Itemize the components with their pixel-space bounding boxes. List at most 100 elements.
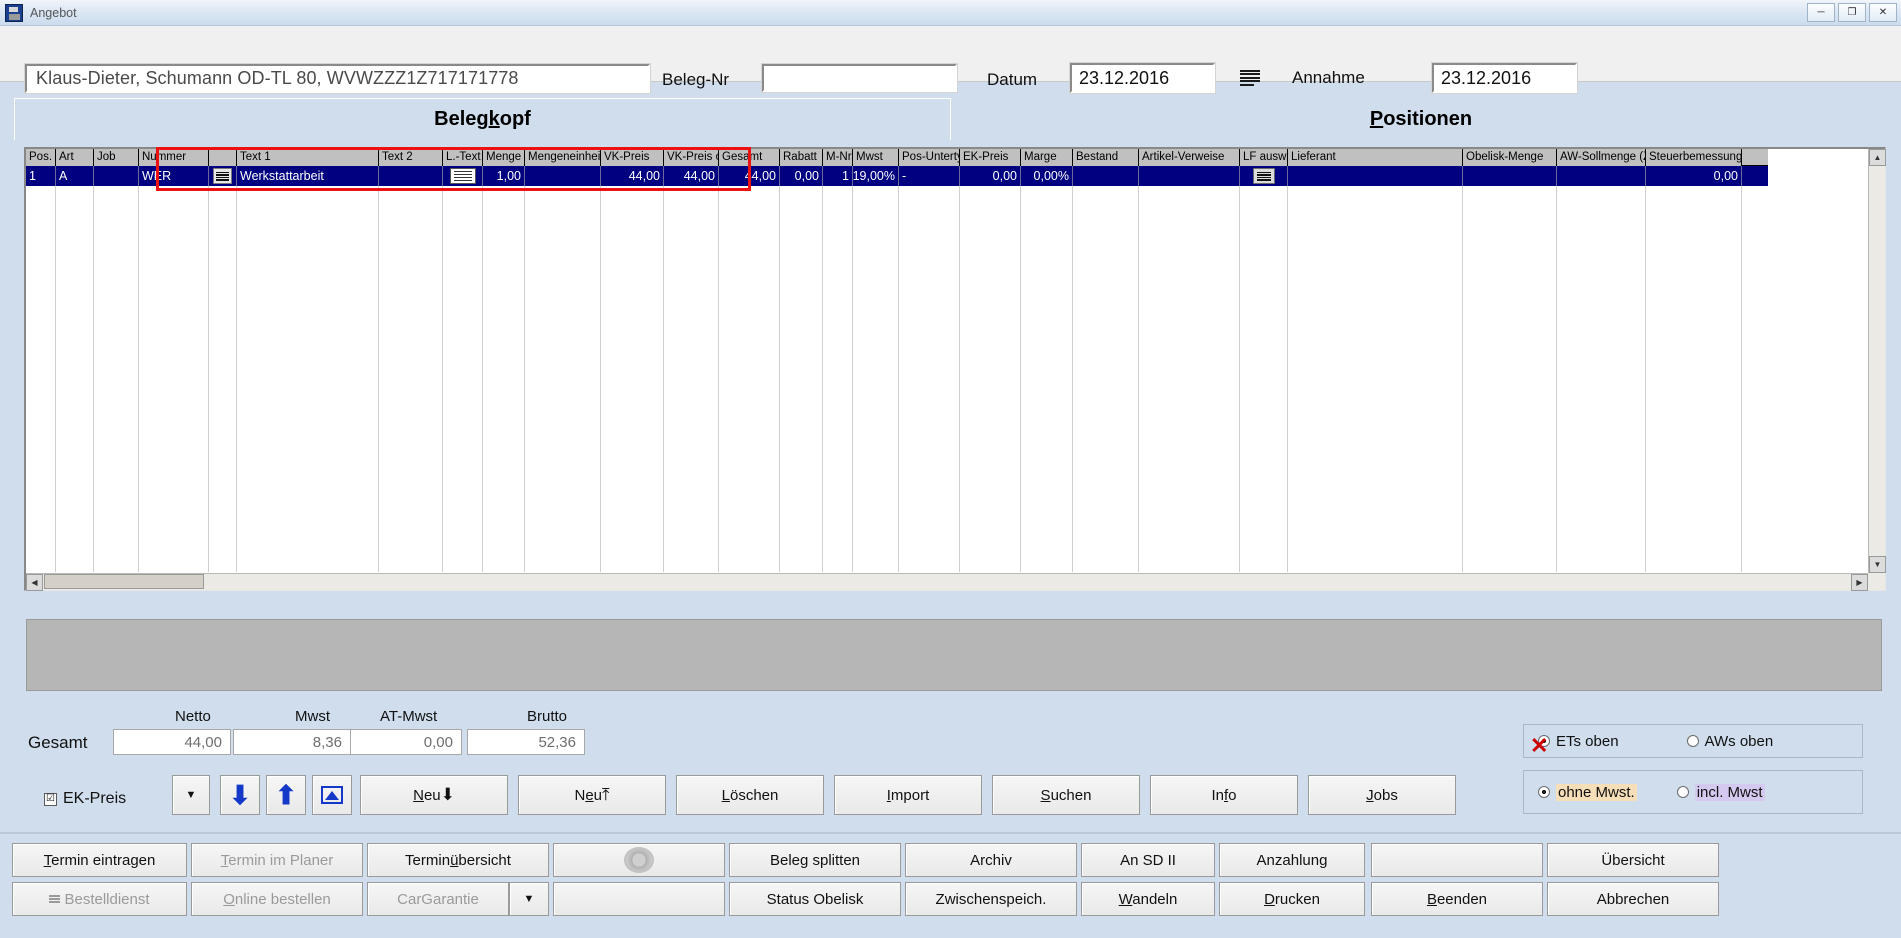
scroll-right-arrow[interactable]: ▶ <box>1851 574 1868 591</box>
cell-nummer[interactable]: WER <box>139 166 209 186</box>
chart-button[interactable] <box>312 775 352 815</box>
bottom-button-blank-8[interactable] <box>1371 843 1543 877</box>
bottom-button-an-sd-ii[interactable]: An SD II <box>1081 843 1215 877</box>
beleg-nr-input[interactable] <box>761 63 958 93</box>
cell-m-nr[interactable]: 1 <box>823 166 853 186</box>
jobs-button[interactable]: Jobs <box>1308 775 1456 815</box>
column-header-lf-ausw[interactable]: LF ausw. <box>1240 149 1288 166</box>
column-header-m-nr[interactable]: M-Nr <box>823 149 853 166</box>
column-header-steuerbemessung[interactable]: Steuerbemessung <box>1646 149 1742 166</box>
ek-preis-checkbox[interactable]: ☑ <box>44 792 57 806</box>
bottom-button-anzahlung[interactable]: Anzahlung <box>1219 843 1365 877</box>
cell-steuerbemessung[interactable]: 0,00 <box>1646 166 1742 186</box>
column-header-job[interactable]: Job <box>94 149 139 166</box>
scroll-left-arrow[interactable]: ◀ <box>26 574 43 591</box>
radio-incl-mwst[interactable]: incl. Mwst <box>1676 783 1765 801</box>
radio-aws-oben[interactable]: AWs oben <box>1686 733 1773 750</box>
bottom-button-blank-3[interactable] <box>553 882 725 916</box>
grid-vertical-scrollbar[interactable]: ▲ ▼ <box>1868 149 1886 573</box>
cell-vk-preis-o-mwst[interactable]: 44,00 <box>664 166 719 186</box>
close-button[interactable]: ✕ <box>1869 3 1897 22</box>
maximize-button[interactable]: ❐ <box>1838 3 1866 22</box>
column-header-obelisk-menge[interactable]: Obelisk-Menge <box>1463 149 1557 166</box>
datum-input[interactable]: 23.12.2016 <box>1069 62 1216 94</box>
bottom-button-beleg-splitten[interactable]: Beleg splitten <box>729 843 901 877</box>
cell-text-2[interactable] <box>379 166 443 186</box>
column-header-rabatt[interactable]: Rabatt <box>780 149 823 166</box>
cell-ek-preis[interactable]: 0,00 <box>960 166 1021 186</box>
bottom-button-termin-im-planer[interactable]: Termin im Planer <box>191 843 363 877</box>
bottom-button-cargarantie[interactable]: CarGarantie <box>367 882 509 916</box>
scroll-up-arrow[interactable]: ▲ <box>1869 149 1886 166</box>
row-text-list-button[interactable] <box>209 166 237 186</box>
dropdown-button[interactable]: ▼ <box>172 775 210 815</box>
column-header-nummer[interactable]: Nummer <box>139 149 209 166</box>
annahme-input[interactable]: 23.12.2016 <box>1431 62 1578 94</box>
hscroll-thumb[interactable] <box>44 574 204 589</box>
cell-menge[interactable]: 1,00 <box>483 166 525 186</box>
column-header-pos[interactable]: Pos. <box>26 149 56 166</box>
bottom-button-online-bestellen[interactable]: Online bestellen <box>191 882 363 916</box>
column-header-bestand[interactable]: Bestand <box>1073 149 1139 166</box>
row-langtext-button[interactable] <box>443 166 483 186</box>
cell-rabatt[interactable]: 0,00 <box>780 166 823 186</box>
column-header-lieferant[interactable]: Lieferant <box>1288 149 1463 166</box>
cell-artikel-verweise[interactable] <box>1139 166 1240 186</box>
cell-obelisk-menge[interactable] <box>1463 166 1557 186</box>
bottom-button-status-obelisk[interactable]: Status Obelisk <box>729 882 901 916</box>
radio-ets-oben[interactable]: ETs oben <box>1538 733 1619 750</box>
bottom-button-zwischenspeich[interactable]: Zwischenspeich. <box>905 882 1077 916</box>
column-header-gesamt[interactable]: Gesamt <box>719 149 780 166</box>
note-panel[interactable] <box>26 619 1882 691</box>
bottom-button-drucken[interactable]: Drucken <box>1219 882 1365 916</box>
column-header-blank-4[interactable] <box>209 149 237 166</box>
cell-art[interactable]: A <box>56 166 94 186</box>
column-header-mwst[interactable]: Mwst <box>853 149 899 166</box>
minimize-button[interactable]: ─ <box>1807 3 1835 22</box>
scroll-down-arrow[interactable]: ▼ <box>1869 556 1886 573</box>
cell-bestand[interactable] <box>1073 166 1139 186</box>
cargarantie-dropdown-button[interactable]: ▼ <box>509 882 549 916</box>
radio-ohne-mwst[interactable]: ohne Mwst. <box>1538 783 1637 801</box>
loeschen-button[interactable]: Löschen <box>676 775 824 815</box>
column-header-text-2[interactable]: Text 2 <box>379 149 443 166</box>
import-button[interactable]: Import <box>834 775 982 815</box>
grid-horizontal-scrollbar[interactable]: ◀ ▶ <box>26 573 1868 591</box>
cell-vk-preis[interactable]: 44,00 <box>601 166 664 186</box>
cell-job[interactable] <box>94 166 139 186</box>
ek-preis-checkbox-row[interactable]: ☑ EK-Preis <box>44 790 126 808</box>
neu-down-button[interactable]: Neu ⬇ <box>360 775 508 815</box>
move-up-button[interactable]: ⬆ <box>266 775 306 815</box>
info-button[interactable]: Info <box>1150 775 1298 815</box>
column-header-vk-preis[interactable]: VK-Preis <box>601 149 664 166</box>
bottom-button-termin-eintragen[interactable]: Termin eintragen <box>12 843 187 877</box>
cell-gesamt[interactable]: 44,00 <box>719 166 780 186</box>
cell-lieferant[interactable] <box>1288 166 1463 186</box>
column-header-aw-sollmenge-ze[interactable]: AW-Sollmenge (Ze <box>1557 149 1646 166</box>
column-header-menge[interactable]: Menge <box>483 149 525 166</box>
bottom-button-bestelldienst[interactable]: Bestelldienst <box>12 882 187 916</box>
cell-pos[interactable]: 1 <box>26 166 56 186</box>
cell-marge[interactable]: 0,00% <box>1021 166 1073 186</box>
row-lieferant-button[interactable] <box>1240 166 1288 186</box>
bottom-button-abbrechen[interactable]: Abbrechen <box>1547 882 1719 916</box>
list-lines-icon[interactable] <box>1240 68 1260 87</box>
column-header-text-1[interactable]: Text 1 <box>237 149 379 166</box>
bottom-button-blank-3[interactable] <box>553 843 725 877</box>
column-header-marge[interactable]: Marge <box>1021 149 1073 166</box>
suchen-button[interactable]: Suchen <box>992 775 1140 815</box>
column-header-mengeneinheit[interactable]: Mengeneinheit <box>525 149 601 166</box>
column-header-artikel-verweise[interactable]: Artikel-Verweise <box>1139 149 1240 166</box>
move-down-button[interactable]: ⬇ <box>220 775 260 815</box>
column-header-ek-preis[interactable]: EK-Preis <box>960 149 1021 166</box>
cell-pos-untertyp[interactable]: - <box>899 166 960 186</box>
bottom-button-übersicht[interactable]: Übersicht <box>1547 843 1719 877</box>
cell-mengeneinheit[interactable] <box>525 166 601 186</box>
cell-aw-sollmenge-ze[interactable] <box>1557 166 1646 186</box>
bottom-button-wandeln[interactable]: Wandeln <box>1081 882 1215 916</box>
column-header-art[interactable]: Art <box>56 149 94 166</box>
neu-up-button[interactable]: Neu ⤒ <box>518 775 666 815</box>
bottom-button-terminübersicht[interactable]: Terminübersicht <box>367 843 549 877</box>
bottom-button-archiv[interactable]: Archiv <box>905 843 1077 877</box>
customer-field[interactable]: Klaus-Dieter, Schumann OD-TL 80, WVWZZZ1… <box>24 63 651 94</box>
